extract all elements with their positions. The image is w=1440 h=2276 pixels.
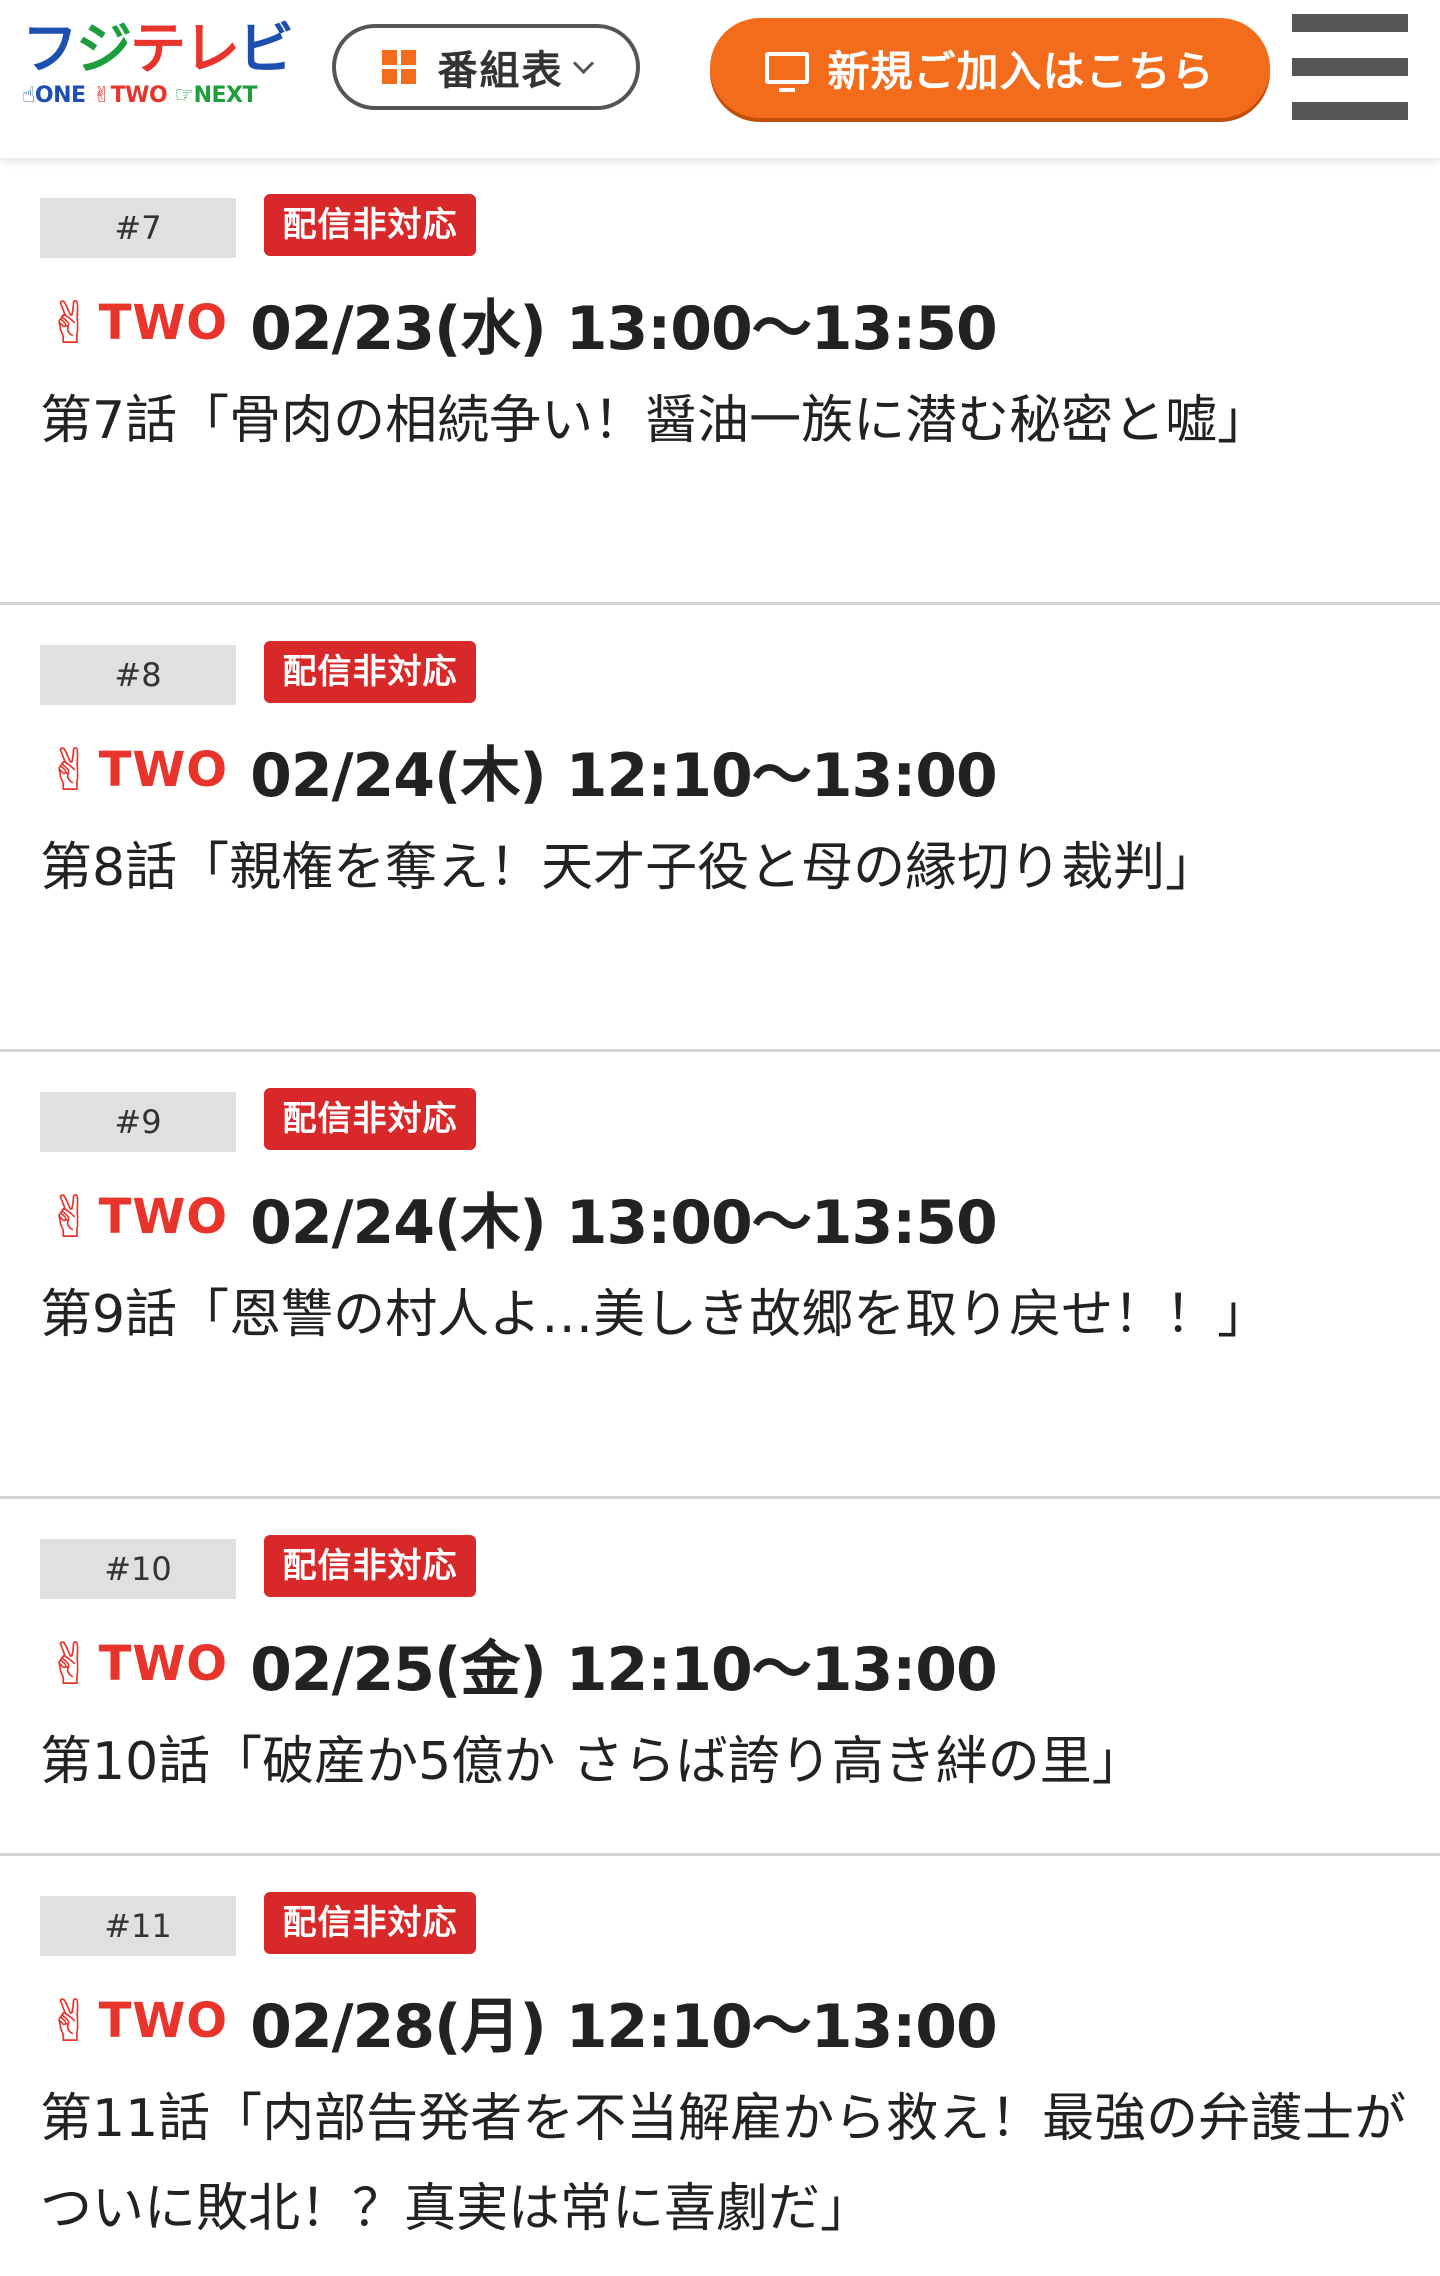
streaming-unavailable-badge: 配信非対応 [264,641,476,703]
streaming-unavailable-badge: 配信非対応 [264,194,476,256]
v-sign-icon: ✌ [46,1630,95,1698]
channel-name: TWO [98,1993,229,2049]
logo-channels: ☝ONE ✌TWO ☞NEXT [22,82,257,110]
streaming-unavailable-badge: 配信非対応 [264,1535,476,1597]
episode-item[interactable]: #7 配信非対応 ✌ TWO 02/23(水) 13:00〜13:50 第7話「… [0,158,1440,605]
v-sign-icon: ✌ [46,1987,95,2055]
channel-logo: ✌ TWO [46,741,228,799]
streaming-unavailable-badge: 配信非対応 [264,1088,476,1150]
channel-logo: ✌ TWO [46,294,228,352]
episode-title: 第10話「破産か5億か さらば誇り高き絆の里」 [40,1732,1144,1792]
channel-logo: ✌ TWO [46,1992,228,2050]
logo-channel-one: ONE [34,83,86,108]
episode-airing: ✌ TWO 02/25(金) 12:10〜13:00 [46,1619,998,1709]
v-sign-icon: ✌ [46,289,95,357]
air-time: 02/23(水) 13:00〜13:50 [250,293,998,364]
channel-name: TWO [98,295,229,351]
one-mark-icon: ☝ [22,83,35,108]
episode-airing: ✌ TWO 02/23(水) 13:00〜13:50 [46,278,998,368]
new-subscription-label: 新規ご加入はこちら [827,46,1215,96]
episode-number: #11 [40,1896,236,1956]
monitor-icon [765,52,810,92]
logo-channel-next: NEXT [193,83,258,108]
episode-number: #7 [40,198,236,258]
air-time: 02/24(木) 13:00〜13:50 [250,1187,998,1258]
channel-name: TWO [98,1636,229,1692]
logo-wordmark: フジテレビ [22,17,294,82]
episode-number: #8 [40,645,236,705]
air-time: 02/25(金) 12:10〜13:00 [250,1634,998,1705]
grid-icon [381,50,416,84]
point-icon: ☞ [174,83,194,108]
schedule-label: 番組表 [437,48,564,94]
episode-item[interactable]: #9 配信非対応 ✌ TWO 02/24(木) 13:00〜13:50 第9話「… [0,1052,1440,1499]
episode-item[interactable]: #11 配信非対応 ✌ TWO 02/28(月) 12:10〜13:00 第11… [0,1856,1440,2276]
episode-number: #10 [40,1539,236,1599]
episode-title: 第8話「親権を奪え！天才子役と母の縁切り裁判」 [40,838,1218,898]
episode-number: #9 [40,1092,236,1152]
episode-airing: ✌ TWO 02/24(木) 13:00〜13:50 [46,1172,998,1262]
episode-item[interactable]: #10 配信非対応 ✌ TWO 02/25(金) 12:10〜13:00 第10… [0,1499,1440,1856]
logo-channel-two: TWO [110,83,168,108]
v-sign-icon: ✌ [46,736,95,804]
v-sign-icon: ✌ [46,1183,95,1251]
channel-logo: ✌ TWO [46,1188,228,1246]
episode-item[interactable]: #8 配信非対応 ✌ TWO 02/24(木) 12:10〜13:00 第8話「… [0,605,1440,1052]
episode-title: 第11話「内部告発者を不当解雇から救え！最強の弁護士がついに敗北！？真実は常に喜… [40,2089,1407,2239]
air-time: 02/28(月) 12:10〜13:00 [250,1991,998,2062]
episode-title: 第9話「恩讐の村人よ…美しき故郷を取り戻せ！！」 [40,1285,1270,1345]
chevron-down-icon [572,52,594,74]
schedule-button[interactable]: 番組表 [332,24,640,110]
channel-logo: ✌ TWO [46,1635,228,1693]
episode-airing: ✌ TWO 02/28(月) 12:10〜13:00 [46,1976,998,2066]
episode-list: #7 配信非対応 ✌ TWO 02/23(水) 13:00〜13:50 第7話「… [0,158,1440,2276]
new-subscription-button[interactable]: 新規ご加入はこちら [710,18,1270,118]
fuji-tv-logo[interactable]: フジテレビ ☝ONE ✌TWO ☞NEXT [22,18,302,118]
channel-name: TWO [98,1189,229,1245]
hamburger-menu-icon[interactable] [1292,10,1408,122]
streaming-unavailable-badge: 配信非対応 [264,1892,476,1954]
air-time: 02/24(木) 12:10〜13:00 [250,740,998,811]
site-header: フジテレビ ☝ONE ✌TWO ☞NEXT 番組表 新規ご加入はこちら [0,0,1440,158]
channel-name: TWO [98,742,229,798]
episode-title: 第7話「骨肉の相続争い！醤油一族に潜む秘密と嘘」 [40,391,1270,451]
v-sign-icon: ✌ [92,83,111,108]
episode-airing: ✌ TWO 02/24(木) 12:10〜13:00 [46,725,998,815]
